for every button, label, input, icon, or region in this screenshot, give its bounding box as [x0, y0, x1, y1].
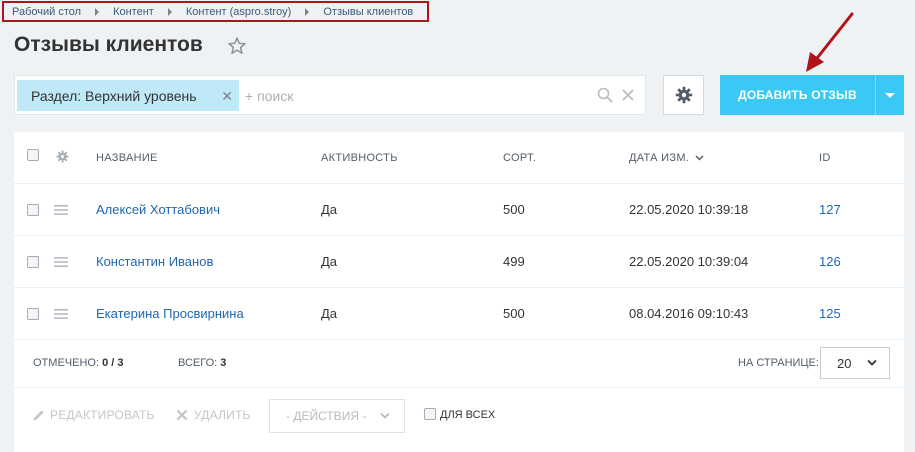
column-header-sort[interactable]: СОРТ. — [503, 132, 536, 183]
reviews-grid: НАЗВАНИЕ АКТИВНОСТЬ СОРТ. ДАТА ИЗМ. ID А… — [14, 132, 904, 452]
annotation-arrow-icon — [806, 12, 854, 72]
row-checkbox[interactable] — [27, 204, 39, 216]
breadcrumb-item-content-aspro[interactable]: Контент (aspro.stroy) — [186, 6, 292, 18]
row-checkbox[interactable] — [27, 256, 39, 268]
filter-tag-remove-icon[interactable]: ✕ — [221, 88, 233, 105]
close-icon — [176, 409, 188, 421]
selected-count-label: ОТМЕЧЕНО: — [33, 356, 99, 369]
edit-button[interactable]: РЕДАКТИРОВАТЬ — [32, 408, 155, 422]
row-menu-icon[interactable] — [54, 309, 68, 319]
per-page-value: 20 — [837, 355, 852, 371]
delete-button-label: УДАЛИТЬ — [194, 408, 251, 422]
add-review-button[interactable]: ДОБАВИТЬ ОТЗЫВ — [720, 75, 875, 115]
breadcrumb-separator-icon — [95, 7, 100, 16]
column-settings-gear-icon[interactable] — [56, 150, 69, 163]
selected-count-value: 0 / 3 — [102, 356, 124, 369]
row-checkbox[interactable] — [27, 308, 39, 320]
row-id-link[interactable]: 126 — [819, 236, 841, 287]
delete-button[interactable]: УДАЛИТЬ — [176, 408, 251, 422]
group-actions-bar: РЕДАКТИРОВАТЬ УДАЛИТЬ - ДЕЙСТВИЯ - ДЛЯ В… — [14, 388, 904, 444]
breadcrumb-separator-icon — [305, 7, 310, 16]
add-review-dropdown-button[interactable] — [875, 75, 904, 115]
row-id-link[interactable]: 127 — [819, 184, 841, 235]
row-sort: 500 — [503, 202, 525, 217]
for-all-checkbox[interactable] — [424, 408, 436, 420]
per-page-label: НА СТРАНИЦЕ: — [738, 356, 819, 369]
total-count-value: 3 — [220, 356, 227, 369]
filter-tag-label: Раздел: Верхний уровень — [31, 87, 197, 104]
filter-tag[interactable]: Раздел: Верхний уровень ✕ — [17, 80, 239, 111]
breadcrumb-item-content[interactable]: Контент — [113, 6, 154, 18]
row-menu-icon[interactable] — [54, 257, 68, 267]
sort-desc-icon — [695, 154, 704, 161]
row-date: 22.05.2020 10:39:04 — [629, 254, 749, 269]
total-count: ВСЕГО: 3 — [178, 338, 226, 387]
row-sort: 500 — [503, 306, 525, 321]
table-row[interactable]: Екатерина Просвирнина Да 500 08.04.2016 … — [14, 288, 904, 340]
breadcrumb: Рабочий стол Контент Контент (aspro.stro… — [2, 1, 429, 22]
grid-header-row: НАЗВАНИЕ АКТИВНОСТЬ СОРТ. ДАТА ИЗМ. ID — [14, 132, 904, 184]
column-header-date[interactable]: ДАТА ИЗМ. — [629, 132, 704, 183]
for-all-label: ДЛЯ ВСЕХ — [440, 409, 496, 421]
search-input[interactable] — [245, 84, 575, 108]
row-date: 08.04.2016 09:10:43 — [629, 306, 749, 321]
chevron-down-icon — [380, 412, 390, 419]
column-header-active[interactable]: АКТИВНОСТЬ — [321, 132, 398, 183]
filter-search-box[interactable]: Раздел: Верхний уровень ✕ — [14, 75, 646, 115]
row-active: Да — [321, 254, 338, 269]
row-menu-icon[interactable] — [54, 205, 68, 215]
settings-button[interactable] — [663, 75, 704, 115]
breadcrumb-item-reviews[interactable]: Отзывы клиентов — [323, 6, 413, 18]
row-name-link[interactable]: Константин Иванов — [96, 236, 213, 287]
page-title: Отзывы клиентов — [14, 33, 203, 56]
actions-select[interactable]: - ДЕЙСТВИЯ - — [269, 399, 405, 433]
row-id-link[interactable]: 125 — [819, 288, 841, 339]
caret-down-icon — [885, 92, 895, 98]
select-all-checkbox[interactable] — [27, 149, 39, 161]
column-header-id[interactable]: ID — [819, 132, 831, 183]
gear-icon — [675, 86, 692, 104]
row-sort: 499 — [503, 254, 525, 269]
column-header-name[interactable]: НАЗВАНИЕ — [96, 132, 158, 183]
actions-select-value: - ДЕЙСТВИЯ - — [286, 409, 367, 423]
per-page-select[interactable]: 20 — [820, 347, 890, 379]
breadcrumb-separator-icon — [167, 7, 172, 16]
total-count-label: ВСЕГО: — [178, 356, 218, 369]
column-header-date-label: ДАТА ИЗМ. — [629, 151, 690, 164]
breadcrumb-item-desktop[interactable]: Рабочий стол — [12, 6, 81, 18]
row-active: Да — [321, 306, 338, 321]
grid-footer: ОТМЕЧЕНО: 0 / 3 ВСЕГО: 3 НА СТРАНИЦЕ: 20 — [14, 338, 904, 388]
table-row[interactable]: Алексей Хоттабович Да 500 22.05.2020 10:… — [14, 184, 904, 236]
clear-icon[interactable] — [621, 88, 635, 102]
chevron-down-icon — [867, 359, 877, 366]
row-date: 22.05.2020 10:39:18 — [629, 202, 749, 217]
table-row[interactable]: Константин Иванов Да 499 22.05.2020 10:3… — [14, 236, 904, 288]
star-icon[interactable] — [227, 36, 247, 56]
edit-button-label: РЕДАКТИРОВАТЬ — [50, 408, 155, 422]
selected-count: ОТМЕЧЕНО: 0 / 3 — [33, 338, 123, 387]
row-name-link[interactable]: Екатерина Просвирнина — [96, 288, 244, 339]
row-name-link[interactable]: Алексей Хоттабович — [96, 184, 220, 235]
pencil-icon — [33, 410, 44, 421]
row-active: Да — [321, 202, 338, 217]
search-icon[interactable] — [597, 87, 613, 103]
